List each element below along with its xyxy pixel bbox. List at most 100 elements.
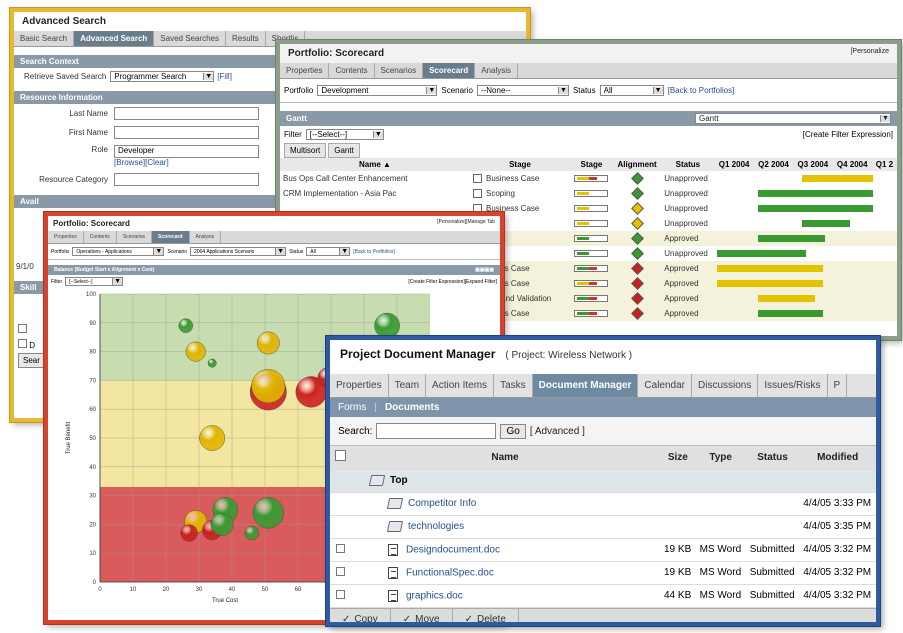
bubble-point[interactable] — [252, 497, 284, 529]
options-icon[interactable] — [18, 324, 27, 333]
personalize-link[interactable]: [Personalize][Manage Tab — [437, 219, 495, 228]
bubble-point[interactable] — [251, 369, 286, 404]
tab-discussions[interactable]: Discussions — [692, 374, 759, 397]
gantt-bar[interactable] — [758, 205, 873, 212]
tab-analysis[interactable]: Analysis — [190, 231, 222, 243]
bubble-point[interactable] — [210, 512, 234, 536]
project-name[interactable]: CRM Implementation - Asia Pac — [280, 186, 470, 201]
item-name[interactable]: technologies — [408, 521, 464, 532]
tab-calendar[interactable]: Calendar — [638, 374, 693, 397]
item-name[interactable]: Designdocument.doc — [406, 544, 500, 555]
tab-analysis[interactable]: Analysis — [475, 63, 519, 78]
col-stage[interactable]: Stage — [470, 158, 570, 171]
gantt-button[interactable]: Gantt — [328, 143, 360, 158]
tab-properties[interactable]: Properties — [330, 374, 389, 397]
col-status[interactable]: Status — [745, 446, 800, 470]
checkbox[interactable] — [18, 339, 27, 348]
table-row[interactable]: CRM Implementation - Asia Pac Scoping Un… — [280, 186, 897, 201]
tab-issues-risks[interactable]: Issues/Risks — [758, 374, 828, 397]
gantt-bar[interactable] — [802, 175, 873, 182]
search-input[interactable] — [376, 423, 497, 439]
advanced-link[interactable]: [ Advanced ] — [530, 426, 585, 437]
tab-properties[interactable]: Properties — [48, 231, 84, 243]
resource-category-field[interactable] — [114, 173, 259, 186]
table-row[interactable]: FunctionalSpec.doc 19 KB MS Word Submitt… — [330, 561, 876, 585]
bubble-point[interactable] — [207, 358, 217, 368]
go-button[interactable]: Go — [500, 423, 526, 439]
bubble-point[interactable] — [178, 318, 194, 333]
tab-more[interactable]: P — [828, 374, 848, 397]
gantt-bar[interactable] — [717, 265, 824, 272]
row-checkbox[interactable] — [335, 566, 345, 576]
gantt-bar[interactable] — [717, 250, 806, 257]
role-field[interactable]: Developer — [114, 145, 259, 158]
table-row[interactable]: technologies 4/4/05 3:35 PM — [330, 515, 876, 539]
delete-button[interactable]: ✓ Delete — [453, 608, 519, 622]
first-name-field[interactable] — [114, 126, 259, 139]
bubble-point[interactable] — [244, 525, 260, 541]
tab-properties[interactable]: Properties — [280, 63, 330, 78]
bubble-point[interactable] — [256, 331, 280, 355]
options-icon[interactable] — [334, 450, 346, 462]
bubble-point[interactable] — [199, 425, 225, 451]
col-size[interactable]: Size — [660, 446, 696, 470]
table-row[interactable]: Competitor Info 4/4/05 3:33 PM — [330, 492, 876, 516]
back-to-portfolios-link[interactable]: [Back to Portfolios] — [668, 86, 735, 95]
portfolio-select[interactable]: Development ▼ — [317, 85, 438, 96]
gantt-bar[interactable] — [758, 310, 824, 317]
gantt-bar[interactable] — [758, 295, 815, 302]
tab-contents[interactable]: Contents — [329, 63, 375, 78]
tab-scenarios[interactable]: Scenarios — [375, 63, 424, 78]
tab-tasks[interactable]: Tasks — [494, 374, 533, 397]
tab-basic-search[interactable]: Basic Search — [14, 31, 75, 46]
move-button[interactable]: ✓ Move — [391, 608, 453, 622]
retrieve-saved-search-select[interactable]: Programmer Search ▼ — [110, 71, 215, 82]
bubble-point[interactable] — [374, 312, 400, 339]
col-alignment[interactable]: Alignment — [612, 158, 662, 171]
tab-scorecard[interactable]: Scorecard — [152, 231, 190, 243]
tab-action-items[interactable]: Action Items — [426, 374, 495, 397]
tab-scorecard[interactable]: Scorecard — [423, 63, 476, 78]
col-status[interactable]: Status — [661, 158, 715, 171]
filter-select[interactable]: [--Select--] ▼ — [65, 277, 124, 286]
item-name[interactable]: FunctionalSpec.doc — [406, 567, 494, 578]
personalize-link[interactable]: [Personalize — [850, 48, 889, 59]
filter-links[interactable]: [Create Filter Expression][Expand Filter… — [408, 279, 497, 285]
multisort-button[interactable]: Multisort — [284, 143, 327, 158]
project-name[interactable]: Bus Ops Call Center Enhancement — [280, 171, 470, 186]
bubble-point[interactable] — [185, 341, 206, 362]
gantt-bar[interactable] — [758, 235, 826, 242]
row-checkbox[interactable] — [335, 589, 345, 599]
gantt-bar[interactable] — [802, 220, 850, 227]
last-name-field[interactable] — [114, 107, 259, 120]
row-checkbox[interactable] — [335, 543, 345, 553]
scenario-select[interactable]: --None-- ▼ — [476, 85, 569, 96]
filter-select[interactable]: [--Select--] ▼ — [305, 129, 384, 140]
tab-contents[interactable]: Contents — [84, 231, 117, 243]
item-name[interactable]: Competitor Info — [408, 498, 476, 509]
col-modified[interactable]: Modified — [799, 446, 876, 470]
tab-saved-searches[interactable]: Saved Searches — [154, 31, 226, 46]
table-row[interactable]: Bus Ops Call Center Enhancement Business… — [280, 171, 897, 186]
item-name[interactable]: graphics.doc — [406, 590, 463, 601]
tab-advanced-search[interactable]: Advanced Search — [74, 31, 155, 46]
tab-results[interactable]: Results — [226, 31, 266, 46]
col-type[interactable]: Type — [695, 446, 746, 470]
gantt-bar[interactable] — [758, 190, 873, 197]
status-select[interactable]: All ▼ — [306, 247, 351, 256]
top-folder[interactable]: Top — [390, 475, 408, 486]
table-row[interactable]: Designdocument.doc 19 KB MS Word Submitt… — [330, 538, 876, 562]
col-stage-bar[interactable]: Stage — [570, 158, 613, 171]
sub-nav-forms[interactable]: Forms — [338, 402, 366, 413]
create-filter-link[interactable]: [Create Filter Expression] — [803, 130, 893, 139]
browse-clear-links[interactable]: [Browse][Clear] — [114, 158, 169, 167]
fill-link[interactable]: [Fill] — [217, 72, 232, 81]
gantt-bar[interactable] — [717, 280, 824, 287]
col-name[interactable]: Name — [350, 446, 660, 470]
bubble-point[interactable] — [180, 524, 198, 542]
back-to-portfolios-link[interactable]: [Back to Portfolios] — [353, 249, 395, 255]
portfolio-select[interactable]: Operations - Applications ▼ — [72, 247, 165, 256]
scenario-select[interactable]: 2004 Applications Scenario ▼ — [190, 247, 287, 256]
col-name[interactable]: Name ▲ — [280, 158, 470, 171]
table-row[interactable]: graphics.doc 44 KB MS Word Submitted 4/4… — [330, 584, 876, 608]
